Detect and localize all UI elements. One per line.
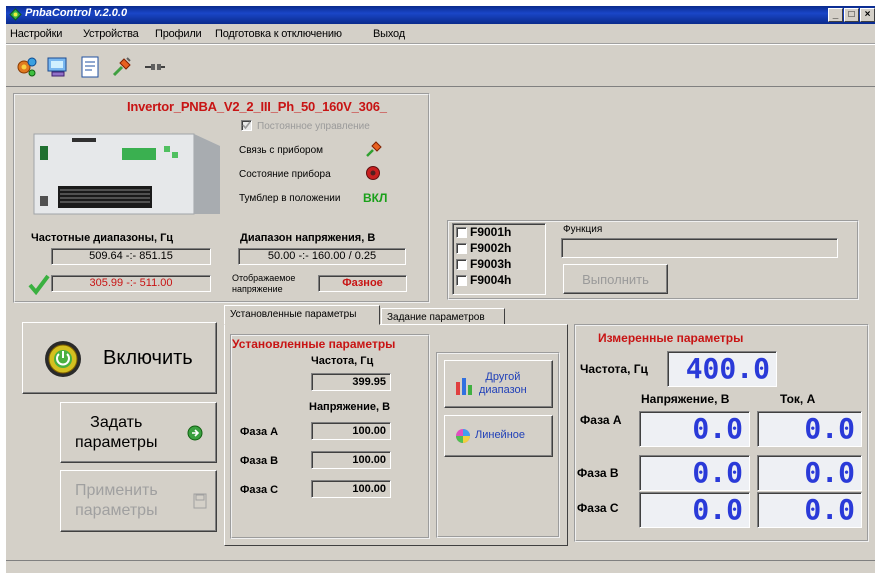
installed-params-title: Установленные параметры — [232, 337, 396, 351]
set-freq-label: Частота, Гц — [311, 355, 374, 367]
toggle-value: ВКЛ — [363, 191, 388, 205]
measured-params-title: Измеренные параметры — [598, 331, 744, 345]
menu-settings[interactable]: Настройки — [10, 28, 62, 40]
displayed-voltage-label: Отображаемое напряжение — [232, 273, 295, 295]
function-checkbox-f9002h[interactable] — [456, 243, 467, 254]
connection-label: Связь с прибором — [239, 145, 324, 156]
other-range-label-line-1: Другой — [485, 371, 521, 383]
close-button[interactable]: × — [860, 8, 875, 22]
linear-button[interactable]: Линейное — [444, 415, 553, 457]
apply-params-button[interactable]: Применить параметры — [60, 470, 217, 532]
set-freq-value: 399.95 — [311, 373, 391, 391]
displayed-voltage-value: Фазное — [318, 275, 407, 292]
menu-profiles[interactable]: Профили — [155, 28, 202, 40]
measured-current-header: Ток, А — [780, 392, 816, 406]
apply-params-label-line-2: параметры — [75, 502, 158, 519]
measured-phase-b-label: Фаза В — [577, 466, 619, 480]
set-phase-b-label: Фаза В — [240, 455, 279, 467]
set-params-button[interactable]: Задать параметры — [60, 402, 217, 463]
device-image — [33, 133, 220, 215]
toggle-label: Тумблер в положении — [239, 193, 341, 204]
menu-prepare-shutdown[interactable]: Подготовка к отключению — [215, 28, 342, 40]
device-state-icon — [366, 166, 380, 180]
displayed-voltage-label-line-2: напряжение — [232, 284, 283, 294]
measured-phase-a-label: Фаза А — [580, 413, 622, 427]
function-label-f9002h: F9002h — [470, 241, 512, 255]
measured-phase-c-current: 0.0 — [757, 492, 862, 528]
measured-phase-b-voltage: 0.0 — [639, 455, 750, 491]
power-icon — [45, 341, 81, 377]
active-range-check-icon — [28, 274, 50, 295]
maximize-button[interactable]: □ — [844, 8, 859, 22]
function-input[interactable] — [561, 238, 838, 258]
app-icon — [9, 8, 22, 21]
set-phase-c-label: Фаза С — [240, 484, 279, 496]
other-range-label-line-2: диапазон — [479, 384, 527, 396]
disconnect-plug-icon[interactable] — [142, 55, 166, 79]
set-phase-c-value: 100.00 — [311, 480, 391, 498]
set-phase-a-value: 100.00 — [311, 422, 391, 440]
power-on-label: Включить — [103, 347, 193, 369]
other-range-button[interactable]: Другой диапазон — [444, 360, 553, 408]
apply-params-label-line-1: Применить — [75, 482, 158, 499]
bar-chart-icon — [456, 378, 472, 395]
measured-freq-label: Частота, Гц — [580, 362, 648, 376]
tab-installed-params[interactable]: Установленные параметры — [224, 305, 380, 325]
state-label: Состояние прибора — [239, 169, 331, 180]
arrow-right-icon — [187, 425, 203, 441]
set-params-label: Задать параметры — [75, 413, 157, 453]
measured-phase-a-current: 0.0 — [757, 411, 862, 447]
computer-icon[interactable] — [46, 55, 70, 79]
tab-set-params[interactable]: Задание параметров — [381, 308, 505, 325]
execute-button[interactable]: Выполнить — [563, 264, 668, 294]
function-label-f9004h: F9004h — [470, 273, 512, 287]
menu-devices[interactable]: Устройства — [83, 28, 139, 40]
tab-strip: Установленные параметры Задание параметр… — [224, 305, 564, 325]
set-phase-b-value: 100.00 — [311, 451, 391, 469]
measured-voltage-header: Напряжение, В — [641, 392, 730, 406]
minimize-button[interactable]: _ — [828, 8, 843, 22]
title-bar: PnbaControl v.2.0.0 _ □ × — [6, 6, 875, 24]
function-checkbox-f9004h[interactable] — [456, 275, 467, 286]
save-disk-icon — [193, 493, 207, 509]
function-label-f9001h: F9001h — [470, 225, 512, 239]
voltage-range-title: Диапазон напряжения, В — [240, 232, 376, 244]
status-bar — [6, 560, 875, 573]
checkmark-icon — [242, 121, 251, 130]
function-field-label: Функция — [563, 224, 603, 235]
linear-label: Линейное — [475, 429, 526, 441]
freq-range-2: 305.99 -:- 511.00 — [51, 275, 211, 292]
remote-control-checkbox[interactable] — [241, 120, 252, 131]
freq-range-1: 509.64 -:- 851.15 — [51, 248, 211, 265]
document-icon[interactable] — [78, 55, 102, 79]
gear-network-icon[interactable] — [14, 55, 38, 79]
apply-params-label: Применить параметры — [75, 481, 158, 521]
measured-phase-c-label: Фаза С — [577, 501, 619, 515]
function-label-f9003h: F9003h — [470, 257, 512, 271]
menu-exit[interactable]: Выход — [373, 28, 405, 40]
measured-freq-value: 400.0 — [667, 351, 777, 387]
connect-plug-icon[interactable] — [110, 55, 134, 79]
window-title: PnbaControl v.2.0.0 — [25, 7, 128, 19]
displayed-voltage-label-line-1: Отображаемое — [232, 273, 296, 283]
set-phase-a-label: Фаза А — [240, 426, 279, 438]
other-range-label: Другой диапазон — [479, 371, 527, 397]
power-on-button[interactable]: Включить — [22, 322, 217, 394]
set-params-label-line-2: параметры — [75, 434, 158, 451]
device-name: Invertor_PNBA_V2_2_III_Ph_50_160V_306_ — [127, 99, 387, 114]
color-wheel-icon — [456, 429, 470, 443]
toolbar — [6, 45, 875, 87]
measured-phase-b-current: 0.0 — [757, 455, 862, 491]
menu-bar: Настройки Устройства Профили Подготовка … — [6, 24, 875, 44]
voltage-range-value: 50.00 -:- 160.00 / 0.25 — [238, 248, 406, 265]
measured-phase-c-voltage: 0.0 — [639, 492, 750, 528]
set-voltage-label: Напряжение, В — [309, 401, 391, 413]
set-params-label-line-1: Задать — [90, 414, 143, 431]
function-checkbox-f9003h[interactable] — [456, 259, 467, 270]
measured-phase-a-voltage: 0.0 — [639, 411, 750, 447]
function-checkbox-f9001h[interactable] — [456, 227, 467, 238]
connection-plug-icon — [366, 141, 382, 157]
remote-control-label: Постоянное управление — [257, 121, 370, 132]
freq-ranges-title: Частотные диапазоны, Гц — [31, 232, 174, 244]
